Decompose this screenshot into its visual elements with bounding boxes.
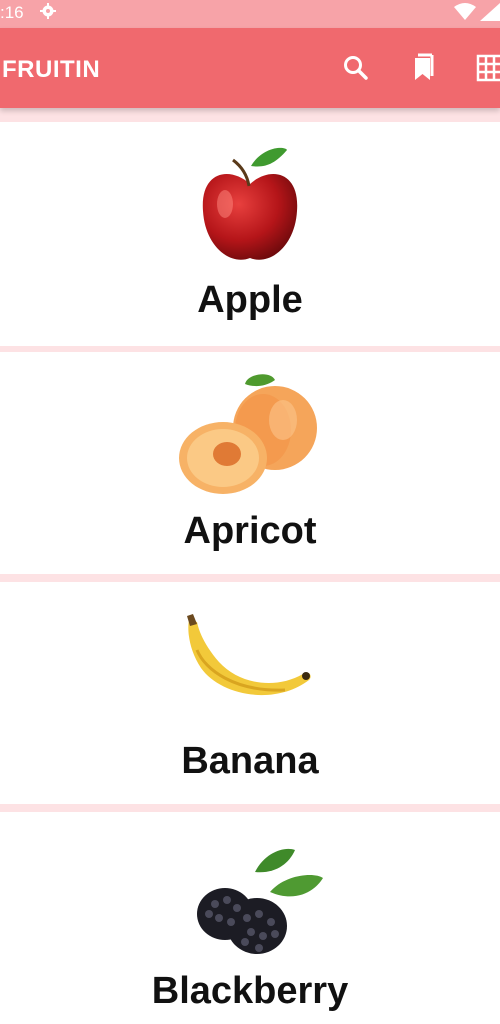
fruit-card-apricot[interactable]: Apricot xyxy=(0,352,500,574)
apricot-image xyxy=(179,374,317,494)
app-bar: FRUITIN xyxy=(0,28,500,108)
status-icons xyxy=(454,3,500,21)
fruit-card-banana[interactable]: Banana xyxy=(0,582,500,804)
bookmark-icon[interactable] xyxy=(408,52,440,84)
wifi-icon xyxy=(454,3,476,20)
status-bar: :16 xyxy=(0,0,500,28)
app-title: FRUITIN xyxy=(2,56,101,83)
grid-view-icon[interactable] xyxy=(474,52,500,84)
status-time: :16 xyxy=(0,3,24,22)
fruit-name: Apricot xyxy=(183,510,317,552)
banana-image xyxy=(187,614,311,696)
fruit-name: Blackberry xyxy=(151,970,349,1012)
search-icon[interactable] xyxy=(340,52,372,84)
fruit-card-apple[interactable]: Apple xyxy=(0,122,500,346)
signal-icon xyxy=(480,3,500,21)
apple-image xyxy=(202,147,298,260)
blackberry-image xyxy=(197,848,323,954)
fruit-name: Apple xyxy=(197,279,303,321)
gear-icon xyxy=(40,3,56,19)
fruit-name: Banana xyxy=(181,740,319,782)
fruit-card-blackberry[interactable]: Blackberry xyxy=(0,812,500,1024)
